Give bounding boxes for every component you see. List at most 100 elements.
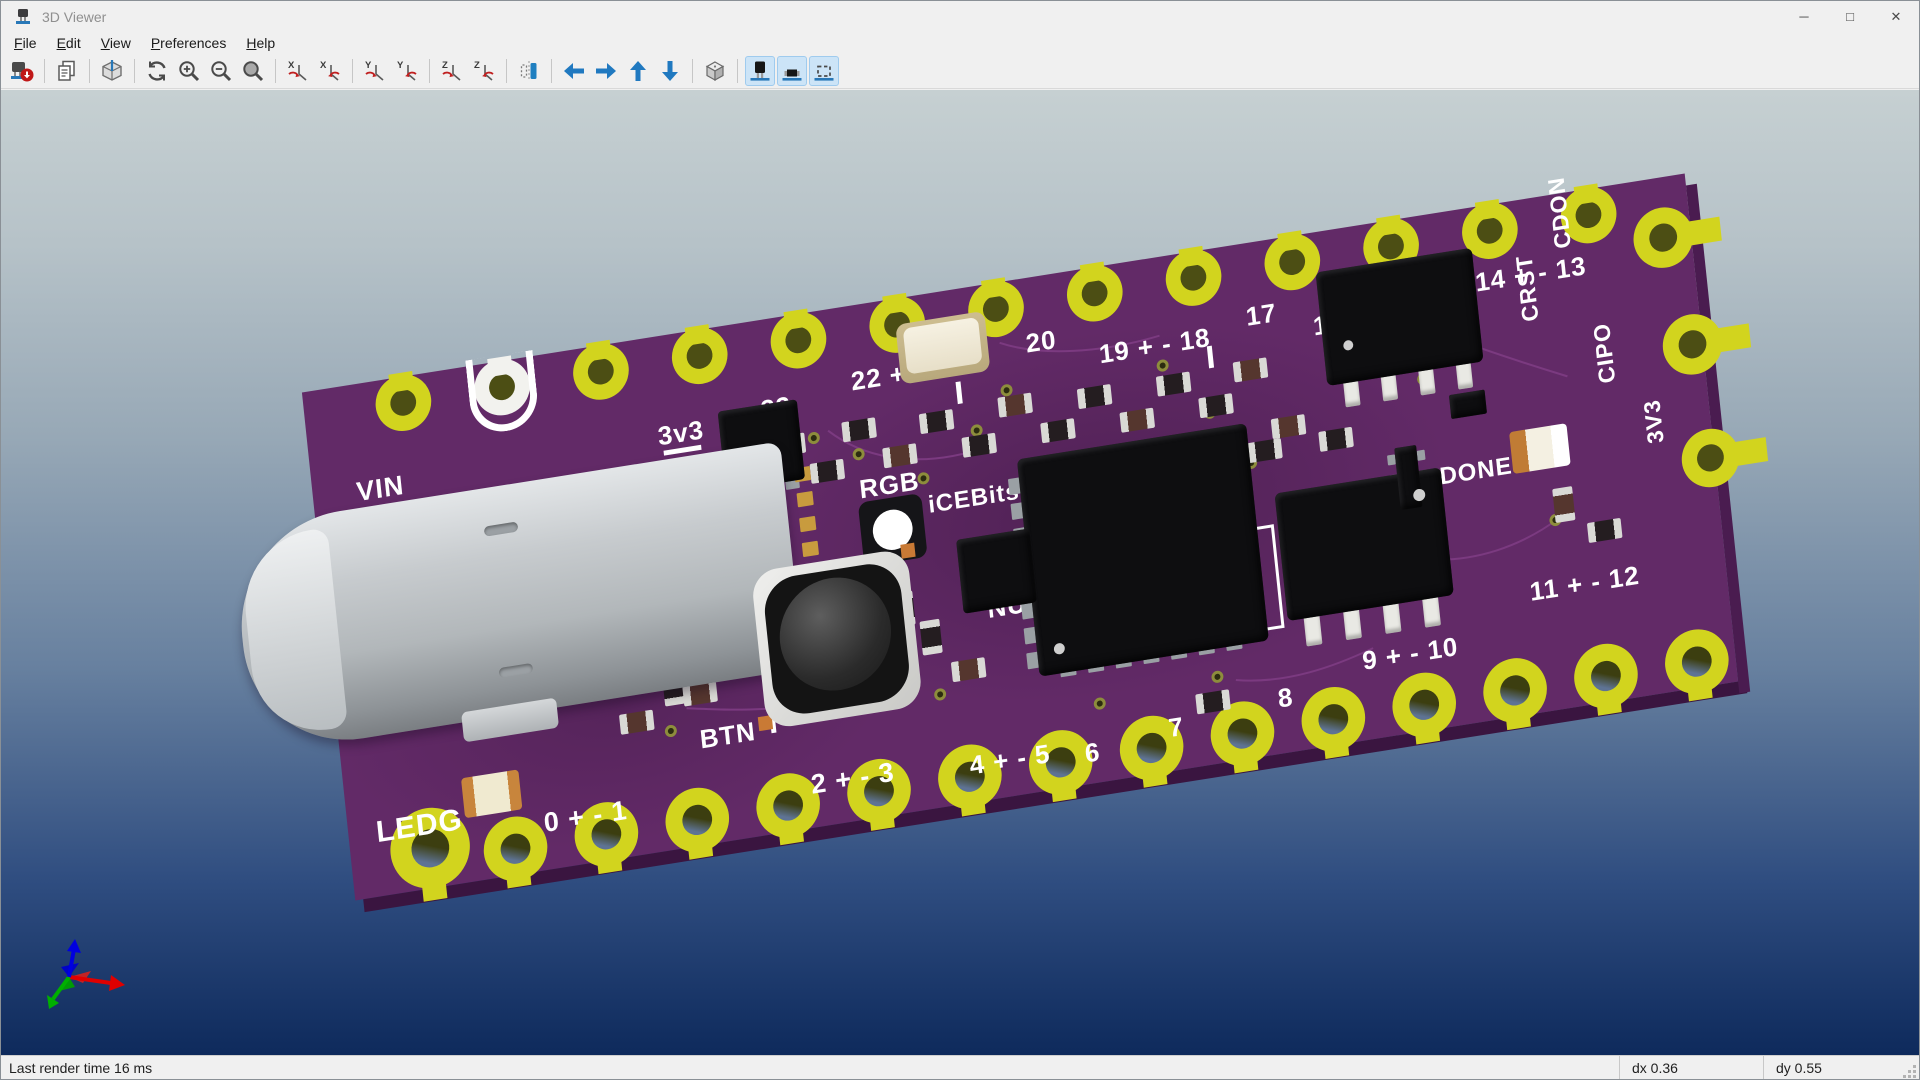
svg-text:Z: Z bbox=[442, 60, 448, 71]
move-right-icon bbox=[594, 59, 618, 83]
button-contact bbox=[900, 542, 916, 559]
toggle-virtual-models-button[interactable] bbox=[809, 56, 839, 86]
pad-castellation bbox=[421, 872, 448, 902]
reload-board-button[interactable] bbox=[7, 56, 37, 86]
tactile-button bbox=[750, 547, 924, 730]
pad-castellation bbox=[596, 850, 623, 875]
move-up-icon bbox=[626, 59, 650, 83]
viewport-3d[interactable]: VIN3v32322 + - 212019 + - 181716 + - 151… bbox=[1, 90, 1919, 1055]
pad-castellation bbox=[585, 339, 612, 362]
pad-castellation bbox=[1232, 749, 1259, 774]
reload-board-icon bbox=[10, 59, 34, 83]
pad-castellation bbox=[869, 807, 895, 831]
toolbar-separator bbox=[737, 59, 738, 83]
svg-text:Y: Y bbox=[397, 60, 404, 71]
pad-castellation bbox=[1414, 720, 1441, 745]
move-left-button[interactable] bbox=[559, 56, 589, 86]
pad-castellation bbox=[1079, 261, 1106, 284]
move-down-icon bbox=[658, 59, 682, 83]
menu-item-help[interactable]: Help bbox=[236, 33, 285, 53]
silkscreen-label-p20: 20 bbox=[1024, 323, 1058, 359]
title-bar[interactable]: 3D Viewer ─ □ ✕ bbox=[1, 1, 1919, 32]
menu-item-preferences[interactable]: Preferences bbox=[141, 33, 237, 53]
pad-castellation bbox=[684, 324, 711, 346]
zoom-fit-button[interactable] bbox=[238, 56, 268, 86]
toolbar-separator bbox=[89, 59, 90, 83]
silkscreen-label-p6: 6 bbox=[1083, 736, 1102, 769]
pad-castellation bbox=[687, 836, 714, 860]
pad-hole bbox=[1680, 644, 1714, 679]
passive-component bbox=[919, 618, 943, 656]
rotate-z-cw-button[interactable]: Z bbox=[437, 56, 467, 86]
usb-c-slot bbox=[483, 521, 519, 537]
menu-item-view[interactable]: View bbox=[91, 33, 141, 53]
pad-hole bbox=[771, 788, 805, 823]
resize-grip[interactable] bbox=[1903, 1065, 1917, 1079]
zoom-in-button[interactable] bbox=[174, 56, 204, 86]
pad-castellation bbox=[505, 864, 532, 889]
move-up-button[interactable] bbox=[623, 56, 653, 86]
rotate-y-cw-icon: Y bbox=[363, 59, 387, 83]
toolbar-separator bbox=[429, 59, 430, 83]
usb-c-shell-end bbox=[238, 527, 349, 741]
status-bar: Last render time 16 ms dx 0.36 dy 0.55 bbox=[1, 1055, 1919, 1079]
toolbar-separator bbox=[134, 59, 135, 83]
status-dy: dy 0.55 bbox=[1763, 1056, 1919, 1079]
rotate-z-cw-icon: Z bbox=[440, 59, 464, 83]
pad-hole bbox=[1226, 716, 1259, 751]
silkscreen-label-p7: 7 bbox=[1167, 710, 1186, 744]
silkscreen-label-p17: 17 bbox=[1244, 297, 1279, 332]
pad-hole bbox=[1407, 687, 1441, 723]
toolbar: XXYYZZ bbox=[1, 54, 1919, 89]
zoom-out-button[interactable] bbox=[206, 56, 236, 86]
passive-component bbox=[1552, 486, 1576, 524]
rotate-x-ccw-button[interactable]: X bbox=[315, 56, 345, 86]
pad-castellation bbox=[778, 821, 804, 846]
pad-castellation bbox=[959, 792, 986, 817]
rotate-y-ccw-button[interactable]: Y bbox=[392, 56, 422, 86]
toolbar-separator bbox=[551, 59, 552, 83]
toggle-smd-models-icon bbox=[780, 59, 804, 83]
projection-cube-button[interactable] bbox=[700, 56, 730, 86]
cdone-led bbox=[1509, 423, 1571, 475]
move-right-button[interactable] bbox=[591, 56, 621, 86]
rotate-z-ccw-button[interactable]: Z bbox=[469, 56, 499, 86]
minimize-button[interactable]: ─ bbox=[1781, 1, 1827, 32]
axis-indicator bbox=[47, 939, 125, 1009]
pad-castellation bbox=[1595, 692, 1622, 716]
pad-hole bbox=[499, 831, 532, 867]
pad-castellation bbox=[882, 292, 908, 315]
close-button[interactable]: ✕ bbox=[1873, 1, 1919, 32]
toolbar-separator bbox=[275, 59, 276, 83]
svg-text:Z: Z bbox=[474, 60, 480, 71]
pad-castellation bbox=[1726, 437, 1769, 468]
pad-castellation bbox=[981, 277, 1007, 299]
menu-item-edit[interactable]: Edit bbox=[47, 33, 91, 53]
pad-castellation bbox=[1277, 230, 1303, 252]
refresh-view-button[interactable] bbox=[142, 56, 172, 86]
menu-item-file[interactable]: File bbox=[4, 33, 47, 53]
pad-castellation bbox=[1141, 764, 1168, 788]
rotate-x-cw-button[interactable]: X bbox=[283, 56, 313, 86]
copy-image-button[interactable] bbox=[52, 56, 82, 86]
zoom-fit-icon bbox=[241, 59, 265, 83]
flip-board-button[interactable] bbox=[514, 56, 544, 86]
pad-hole bbox=[1677, 328, 1709, 361]
pad-castellation bbox=[1474, 198, 1501, 221]
rotate-y-ccw-icon: Y bbox=[395, 59, 419, 83]
zoom-in-icon bbox=[177, 59, 201, 83]
qfn-chip bbox=[956, 528, 1037, 614]
pad-castellation bbox=[1573, 183, 1600, 206]
move-down-button[interactable] bbox=[655, 56, 685, 86]
axes-cube-button[interactable] bbox=[97, 56, 127, 86]
app-icon bbox=[14, 8, 32, 26]
svg-text:X: X bbox=[320, 60, 327, 71]
maximize-button[interactable]: □ bbox=[1827, 1, 1873, 32]
toggle-smd-models-button[interactable] bbox=[777, 56, 807, 86]
svg-text:Y: Y bbox=[365, 60, 372, 71]
rotate-y-cw-button[interactable]: Y bbox=[360, 56, 390, 86]
svg-text:X: X bbox=[288, 60, 295, 71]
toggle-th-models-button[interactable] bbox=[745, 56, 775, 86]
toggle-virtual-models-icon bbox=[812, 59, 836, 83]
toolbar-separator bbox=[506, 59, 507, 83]
